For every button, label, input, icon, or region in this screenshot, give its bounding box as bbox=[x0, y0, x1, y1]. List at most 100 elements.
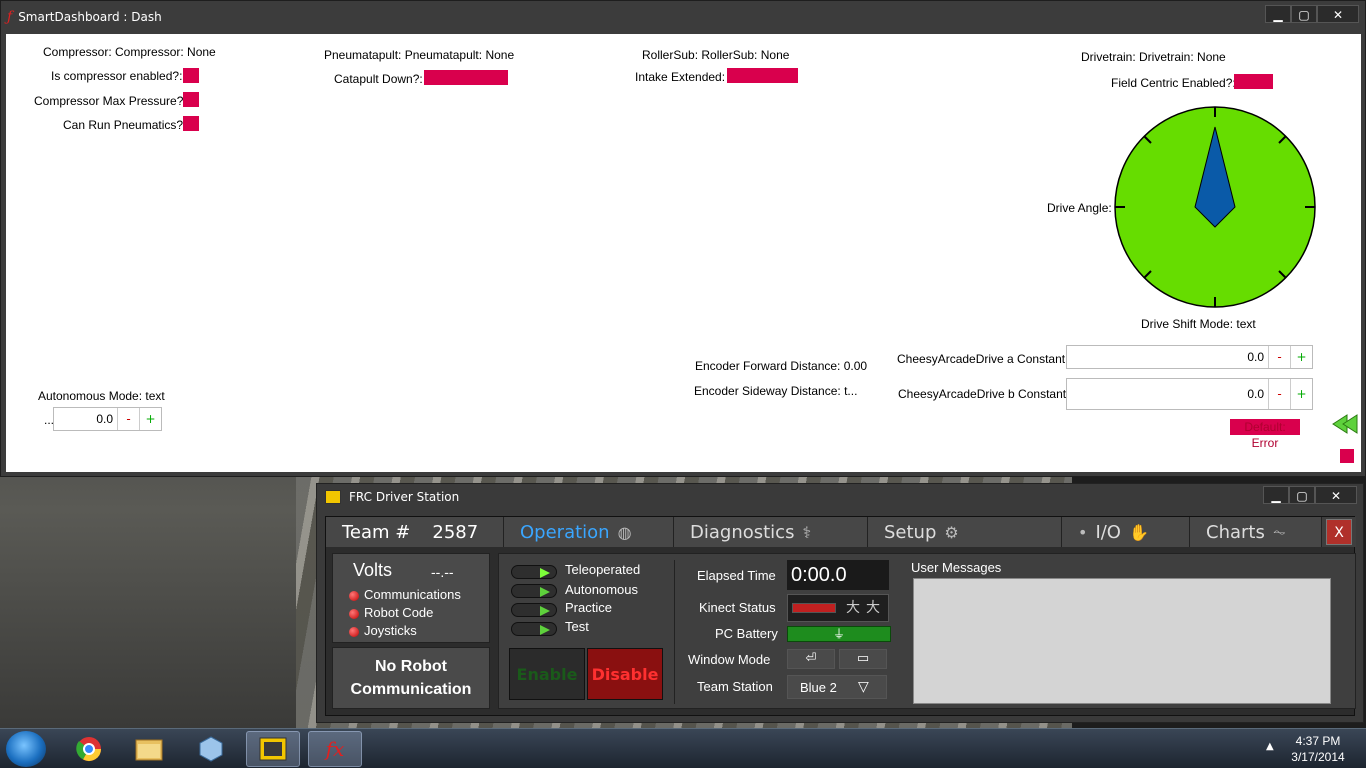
pc-battery-indicator: ⏚ bbox=[787, 626, 891, 642]
intake-extended-label: Intake Extended: bbox=[635, 70, 726, 84]
taskbar: fx ▲ 4:37 PM 3/17/2014 bbox=[0, 728, 1366, 768]
user-messages-box[interactable] bbox=[913, 578, 1331, 704]
window-title: SmartDashboard : Dash bbox=[18, 10, 162, 24]
drive-shift-label: Drive Shift Mode: text bbox=[1141, 317, 1256, 331]
clock-time: 4:37 PM bbox=[1295, 734, 1341, 748]
default-error-indicator: Default: Error bbox=[1230, 419, 1300, 450]
show-hidden-icons-icon[interactable]: ▲ bbox=[1266, 741, 1274, 752]
cheesy-b-field[interactable]: 0.0 - + bbox=[1066, 378, 1313, 410]
chrome-icon[interactable] bbox=[62, 731, 116, 767]
cheesy-b-decrement-button[interactable]: - bbox=[1268, 379, 1290, 409]
encoder-sideway-label: Encoder Sideway Distance: t... bbox=[694, 384, 858, 398]
communications-label: Communications bbox=[364, 587, 461, 602]
back-arrow-icon[interactable] bbox=[1331, 413, 1359, 435]
tab-charts[interactable]: Charts ⏦ bbox=[1190, 517, 1322, 547]
field-centric-label: Field Centric Enabled?: bbox=[1111, 76, 1236, 90]
team-number: 2587 bbox=[432, 521, 479, 543]
minimize-button[interactable]: ▁ bbox=[1265, 5, 1291, 23]
tab-operation[interactable]: Operation ◍ bbox=[504, 517, 674, 547]
driver-station-titlebar[interactable]: FRC Driver Station ▁ ▢ ✕ bbox=[317, 484, 1363, 510]
chart-icon: ⏦ bbox=[1272, 522, 1286, 541]
field-centric-indicator bbox=[1234, 74, 1273, 89]
cheesy-a-label: CheesyArcadeDrive a Constant: bbox=[897, 352, 1069, 366]
divider bbox=[674, 560, 675, 704]
cheesy-b-increment-button[interactable]: + bbox=[1290, 379, 1312, 409]
team-number-display: Team # 2587 bbox=[326, 517, 504, 547]
tab-io-label: I/O bbox=[1095, 521, 1121, 543]
autonomous-decrement-button[interactable]: - bbox=[117, 408, 139, 430]
start-button[interactable] bbox=[6, 731, 46, 767]
drivetrain-header: Drivetrain: Drivetrain: None bbox=[1081, 50, 1226, 64]
mode-test-radio[interactable] bbox=[511, 622, 557, 636]
tab-setup[interactable]: Setup ⚙ bbox=[868, 517, 1062, 547]
kinect-status-display: ⼤ ⼤ bbox=[787, 594, 889, 622]
autonomous-value[interactable]: 0.0 bbox=[54, 408, 117, 430]
file-explorer-icon[interactable] bbox=[122, 731, 176, 767]
driver-station-window: FRC Driver Station ▁ ▢ ✕ Team # 2587 Ope… bbox=[316, 483, 1364, 723]
mode-autonomous-label[interactable]: Autonomous bbox=[565, 582, 638, 597]
compressor-enabled-label: Is compressor enabled?: bbox=[51, 69, 183, 83]
tab-io[interactable]: • I/O ✋ bbox=[1062, 517, 1190, 547]
mode-test-label[interactable]: Test bbox=[565, 619, 589, 634]
window-mode-floating-button[interactable]: ▭ bbox=[839, 649, 887, 669]
autonomous-field[interactable]: 0.0 - + bbox=[53, 407, 162, 431]
driver-station-body: Team # 2587 Operation ◍ Diagnostics ⚕ Se… bbox=[325, 516, 1356, 716]
compressor-max-indicator bbox=[183, 92, 199, 107]
enable-button[interactable]: Enable bbox=[509, 648, 585, 700]
dashboard-canvas: Compressor: Compressor: None Is compress… bbox=[6, 34, 1361, 472]
mode-teleoperated-radio[interactable] bbox=[511, 565, 557, 579]
cheesy-b-value[interactable]: 0.0 bbox=[1067, 379, 1268, 409]
robot-code-led bbox=[349, 609, 359, 619]
sd-label: fx bbox=[325, 737, 345, 761]
team-label: Team # bbox=[342, 521, 411, 543]
cheesy-a-decrement-button[interactable]: - bbox=[1268, 346, 1290, 368]
driver-station-title: FRC Driver Station bbox=[349, 490, 460, 504]
disable-button[interactable]: Disable bbox=[587, 648, 663, 700]
ds-exit-button[interactable]: X bbox=[1326, 519, 1352, 545]
smartdashboard-window: ƒ SmartDashboard : Dash ▁ ▢ ✕ Compressor… bbox=[0, 0, 1366, 477]
cheesy-a-field[interactable]: 0.0 - + bbox=[1066, 345, 1313, 369]
can-run-pneumatics-indicator bbox=[183, 116, 199, 131]
ds-close-window-button[interactable]: ✕ bbox=[1315, 486, 1357, 504]
intake-extended-indicator bbox=[727, 68, 798, 83]
mode-practice-radio[interactable] bbox=[511, 603, 557, 617]
autonomous-increment-button[interactable]: + bbox=[139, 408, 161, 430]
smartdashboard-titlebar[interactable]: ƒ SmartDashboard : Dash ▁ ▢ ✕ bbox=[1, 1, 1365, 33]
drive-angle-label: Drive Angle: bbox=[1047, 201, 1112, 215]
mode-practice-label[interactable]: Practice bbox=[565, 600, 612, 615]
can-run-pneumatics-label: Can Run Pneumatics?: bbox=[63, 118, 187, 132]
smartdashboard-logo-icon: ƒ bbox=[7, 9, 13, 25]
clock-date: 3/17/2014 bbox=[1291, 750, 1345, 764]
team-station-select[interactable]: Blue 2 ▽ bbox=[787, 675, 887, 699]
tab-operation-label: Operation bbox=[520, 521, 610, 543]
driver-station-taskbar-icon[interactable] bbox=[246, 731, 300, 767]
maximize-button[interactable]: ▢ bbox=[1291, 5, 1317, 23]
team-station-label: Team Station bbox=[697, 679, 773, 694]
window-mode-docked-button[interactable]: ⏎ bbox=[787, 649, 835, 669]
close-button[interactable]: ✕ bbox=[1317, 5, 1359, 23]
virtualbox-icon[interactable] bbox=[184, 731, 238, 767]
joysticks-led bbox=[349, 627, 359, 637]
encoder-forward-label: Encoder Forward Distance: 0.00 bbox=[695, 359, 868, 373]
compressor-header: Compressor: Compressor: None bbox=[43, 45, 216, 59]
no-robot-line1: No Robot bbox=[375, 658, 447, 675]
kinect-icon bbox=[792, 603, 836, 613]
cheesy-b-label: CheesyArcadeDrive b Constant: bbox=[898, 387, 1070, 401]
mode-teleoperated-label[interactable]: Teleoperated bbox=[565, 562, 640, 577]
smartdashboard-taskbar-icon[interactable]: fx bbox=[308, 731, 362, 767]
tab-diagnostics[interactable]: Diagnostics ⚕ bbox=[674, 517, 868, 547]
ds-maximize-button[interactable]: ▢ bbox=[1289, 486, 1315, 504]
tab-charts-label: Charts bbox=[1206, 521, 1265, 543]
rollersub-header: RollerSub: RollerSub: None bbox=[642, 48, 790, 62]
driver-station-tabs: Team # 2587 Operation ◍ Diagnostics ⚕ Se… bbox=[326, 517, 1356, 547]
system-clock[interactable]: 4:37 PM 3/17/2014 bbox=[1283, 733, 1353, 765]
elapsed-time-label: Elapsed Time bbox=[697, 568, 776, 583]
joystick-icon: ✋ bbox=[1128, 522, 1149, 542]
no-robot-line2: Communication bbox=[350, 681, 472, 698]
mode-autonomous-radio[interactable] bbox=[511, 584, 557, 598]
cheesy-a-increment-button[interactable]: + bbox=[1290, 346, 1312, 368]
volts-value: --.-- bbox=[431, 564, 454, 580]
ds-minimize-button[interactable]: ▁ bbox=[1263, 486, 1289, 504]
chevron-down-icon: ▽ bbox=[858, 678, 869, 694]
cheesy-a-value[interactable]: 0.0 bbox=[1067, 346, 1268, 368]
